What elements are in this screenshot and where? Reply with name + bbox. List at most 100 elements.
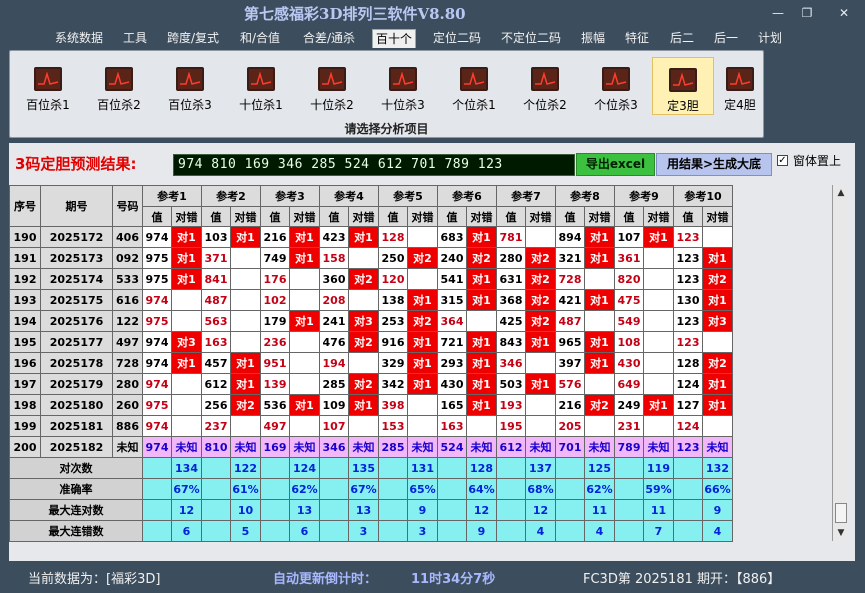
chart-icon	[176, 67, 204, 91]
check-cell: 对3	[702, 310, 733, 332]
row-period: 2025177	[40, 331, 113, 353]
scroll-thumb[interactable]	[835, 503, 847, 523]
menu-tools[interactable]: 工具	[120, 29, 150, 48]
column-header-ref: 参考7	[496, 185, 556, 207]
table-row[interactable]: 195 2025177 497 974 对3 163 236 476 对2 916 对1 721 对1 8…	[9, 331, 733, 353]
prediction-label: 3码定胆预测结果:	[15, 155, 137, 173]
value-cell: 361	[614, 247, 644, 269]
menu-bai-shi-ge[interactable]: 百十个	[372, 29, 417, 48]
check-cell: 对1	[407, 352, 438, 374]
check-cell: 对1	[407, 331, 438, 353]
value-cell: 130	[673, 289, 703, 311]
stat-value: 64%	[466, 478, 497, 500]
generate-base-button[interactable]: 用结果>生成大底	[656, 153, 772, 176]
check-cell	[171, 373, 202, 395]
table-row[interactable]: 197 2025179 280 974 612 对1 139 285 对2 342 对1 430 对1 5…	[9, 373, 733, 395]
stat-value: 65%	[407, 478, 438, 500]
stat-spacer	[673, 478, 703, 500]
prediction-result-field[interactable]: 974 810 169 346 285 524 612 701 789 123	[173, 154, 575, 176]
check-cell: 对1	[643, 394, 674, 416]
check-cell	[230, 310, 261, 332]
value-cell: 360	[319, 268, 349, 290]
ribbon-button-6[interactable]: 十位杀3	[372, 57, 434, 115]
stat-value: 9	[702, 499, 733, 521]
menu-last-one[interactable]: 后一	[711, 29, 741, 48]
stat-spacer	[260, 478, 290, 500]
stat-spacer	[614, 478, 644, 500]
column-header-ref: 参考4	[319, 185, 379, 207]
stat-value: 119	[643, 457, 674, 479]
value-cell: 123	[673, 310, 703, 332]
menu-system-data[interactable]: 系统数据	[52, 29, 106, 48]
column-header-ref: 参考3	[260, 185, 320, 207]
check-cell	[525, 394, 556, 416]
table-row[interactable]: 200 2025182 未知 974 未知 810 未知 169 未知 346 未知 285 未知 524…	[9, 436, 733, 458]
pin-window-checkbox[interactable]: ✓	[777, 155, 788, 166]
ribbon-button-2[interactable]: 百位杀2	[88, 57, 150, 115]
menu-position-two[interactable]: 定位二码	[430, 29, 484, 48]
column-header-ref: 参考1	[142, 185, 202, 207]
stat-value: 3	[407, 520, 438, 542]
subheader-value: 值	[378, 206, 408, 227]
menu-diff-kill[interactable]: 合差/通杀	[300, 29, 358, 48]
check-cell: 对1	[466, 331, 497, 353]
row-number: 497	[112, 331, 143, 353]
menu-feature[interactable]: 特征	[622, 29, 652, 48]
stat-spacer	[673, 457, 703, 479]
ribbon-button-4[interactable]: 十位杀1	[230, 57, 292, 115]
stat-spacer	[496, 499, 526, 521]
export-excel-button[interactable]: 导出excel	[576, 153, 655, 176]
menu-nonposition-two[interactable]: 不定位二码	[498, 29, 564, 48]
value-cell: 789	[614, 436, 644, 458]
check-cell	[702, 226, 733, 248]
column-header-ref: 参考6	[437, 185, 497, 207]
stat-row: 最大连对数 12 10 13 13 9 12 12 11 11 9	[9, 499, 733, 521]
vertical-scrollbar[interactable]: ▲ ▼	[832, 185, 848, 541]
check-cell: 对1	[289, 394, 320, 416]
menu-plan[interactable]: 计划	[755, 29, 785, 48]
maximize-button[interactable]: ❐	[799, 5, 815, 21]
table-row[interactable]: 193 2025175 616 974 487 102 208 138 对1 315 对1 368 对2…	[9, 289, 733, 311]
table-row[interactable]: 191 2025173 092 975 对1 371 749 对1 158 250 对2 240 对2 2…	[9, 247, 733, 269]
ribbon-button-8[interactable]: 个位杀2	[514, 57, 576, 115]
check-cell	[584, 268, 615, 290]
table-row[interactable]: 190 2025172 406 974 对1 103 对1 216 对1 423 对1 128 683 对…	[9, 226, 733, 248]
table-row[interactable]: 194 2025176 122 975 563 179 对1 241 对3 253 对2 364 425…	[9, 310, 733, 332]
row-number: 280	[112, 373, 143, 395]
check-cell: 对1	[407, 373, 438, 395]
close-button[interactable]: ✕	[836, 5, 852, 21]
value-cell: 124	[673, 373, 703, 395]
row-period: 2025173	[40, 247, 113, 269]
stat-spacer	[142, 478, 172, 500]
ribbon-button-3[interactable]: 百位杀3	[159, 57, 221, 115]
table-row[interactable]: 196 2025178 728 974 对1 457 对1 951 194 329 对1 293 对1 3…	[9, 352, 733, 374]
table-row[interactable]: 199 2025181 886 974 237 497 107 153 163 195 205 231…	[9, 415, 733, 437]
ribbon-button-10[interactable]: 定3胆	[652, 57, 714, 115]
menu-last-two[interactable]: 后二	[667, 29, 697, 48]
ribbon-button-7[interactable]: 个位杀1	[443, 57, 505, 115]
check-cell: 对2	[584, 394, 615, 416]
scroll-down-icon[interactable]: ▼	[833, 525, 849, 541]
ribbon-button-9[interactable]: 个位杀3	[585, 57, 647, 115]
countdown-value: 11时34分7秒	[411, 572, 496, 587]
ribbon-button-5[interactable]: 十位杀2	[301, 57, 363, 115]
scroll-up-icon[interactable]: ▲	[833, 185, 849, 201]
check-cell: 对1	[584, 247, 615, 269]
table-row[interactable]: 198 2025180 260 975 256 对2 536 对1 109 对1 398 165 对1 1…	[9, 394, 733, 416]
check-cell: 未知	[289, 436, 320, 458]
check-cell: 对1	[643, 226, 674, 248]
value-cell: 342	[378, 373, 408, 395]
ribbon-button-1[interactable]: 百位杀1	[17, 57, 79, 115]
check-cell: 对1	[171, 352, 202, 374]
ribbon-button-label: 十位杀1	[239, 98, 283, 112]
value-cell: 107	[319, 415, 349, 437]
check-cell	[230, 289, 261, 311]
menu-sum-value[interactable]: 和/合值	[237, 29, 283, 48]
check-cell: 对1	[702, 247, 733, 269]
minimize-button[interactable]: —	[770, 5, 786, 21]
menu-amplitude[interactable]: 振幅	[578, 29, 608, 48]
menu-span-compound[interactable]: 跨度/复式	[164, 29, 222, 48]
ribbon-button-11[interactable]: 定4胆	[715, 57, 765, 115]
table-row[interactable]: 192 2025174 533 975 对1 841 176 360 对2 120 541 对1 631…	[9, 268, 733, 290]
check-cell: 对1	[584, 352, 615, 374]
